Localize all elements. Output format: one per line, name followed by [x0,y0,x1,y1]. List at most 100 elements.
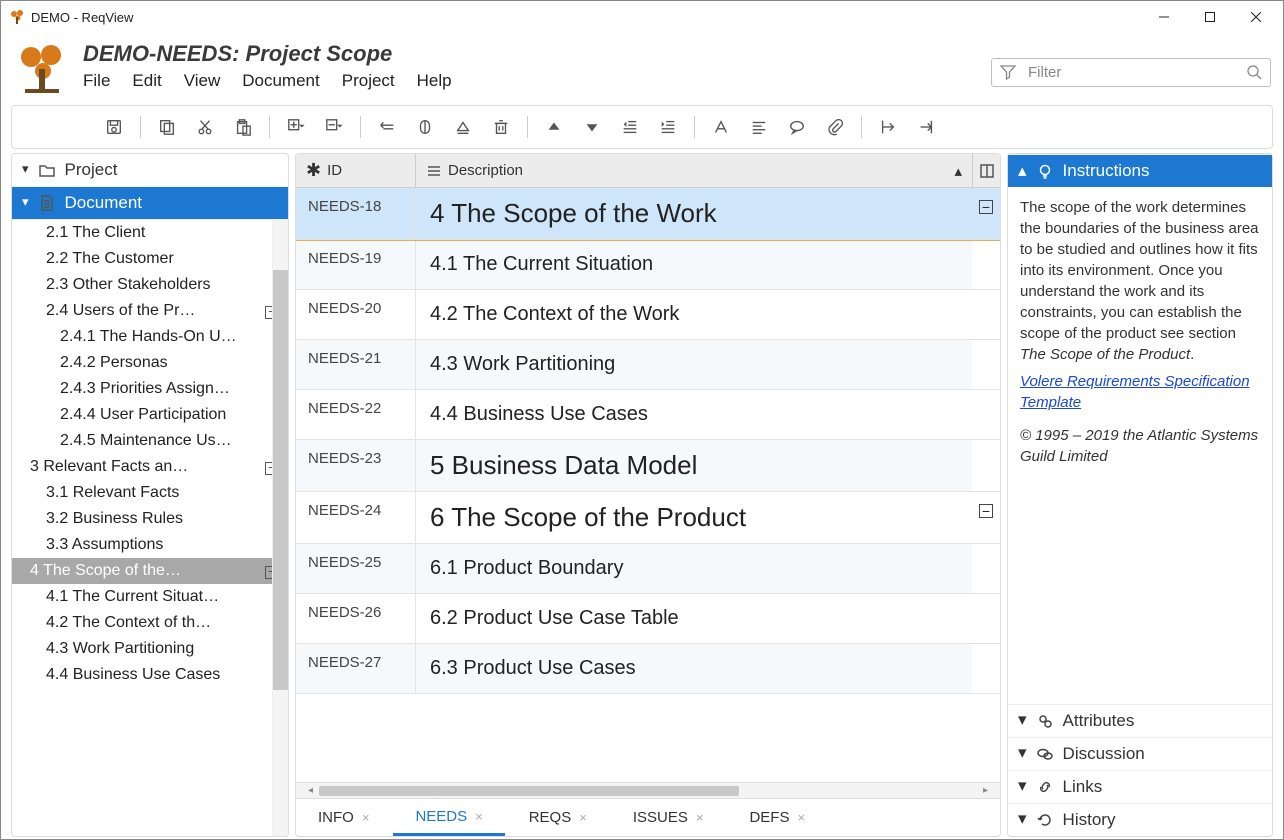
tree-item[interactable]: 2.3 Other Stakeholders [12,272,288,298]
tree-item[interactable]: 2.1 The Client [12,220,288,246]
save-button[interactable] [96,112,132,142]
tab-defs[interactable]: DEFS× [727,799,827,836]
menu-project[interactable]: Project [342,71,395,91]
tree-item[interactable]: 4 The Scope of the…− [12,558,288,584]
close-icon[interactable]: × [362,810,370,825]
move-down-button[interactable] [574,112,610,142]
comment-button[interactable] [779,112,815,142]
menu-file[interactable]: File [83,71,110,91]
right-pane: ▴ Instructions The scope of the work det… [1007,153,1273,837]
close-button[interactable] [1233,1,1279,33]
grid-row[interactable]: NEEDS-256.1 Product Boundary [296,544,1000,594]
chevron-up-icon: ▴ [1018,161,1027,181]
grid-row[interactable]: NEEDS-184 The Scope of the Work− [296,188,1000,240]
tree-item[interactable]: 2.4.2 Personas [12,350,288,376]
close-icon[interactable]: × [696,810,704,825]
instructions-header[interactable]: ▴ Instructions [1008,154,1272,187]
menu-edit[interactable]: Edit [132,71,161,91]
attributes-header[interactable]: ▾ Attributes [1008,704,1272,737]
tree-item[interactable]: 3.3 Assumptions [12,532,288,558]
document-label: Document [65,193,142,213]
tree-item[interactable]: 2.4.4 User Participation [12,402,288,428]
delete-button[interactable] [483,112,519,142]
link-out-button[interactable] [870,112,906,142]
tree-item[interactable]: 2.4.3 Priorities Assign… [12,376,288,402]
remove-dropdown-button[interactable] [316,112,352,142]
column-description[interactable]: Description ▴ [416,154,972,187]
document-panel-header[interactable]: ▾ Document [12,187,288,220]
document-title: DEMO-NEEDS: Project Scope [83,41,977,67]
menu-document[interactable]: Document [242,71,319,91]
tab-reqs[interactable]: REQS× [507,799,609,836]
links-header[interactable]: ▾ Links [1008,770,1272,803]
close-icon[interactable]: × [579,810,587,825]
paste-button[interactable] [225,112,261,142]
tree-item[interactable]: 4.3 Work Partitioning [12,636,288,662]
filter-box[interactable] [991,58,1271,87]
expand-cell [972,544,1000,593]
maximize-button[interactable] [1187,1,1233,33]
copy-button[interactable] [149,112,185,142]
chevron-down-icon: ▾ [1018,743,1027,763]
tree-item[interactable]: 2.4 Users of the Pr…− [12,298,288,324]
cut-button[interactable] [187,112,223,142]
tree-item[interactable]: 3.1 Relevant Facts [12,480,288,506]
menubar: File Edit View Document Project Help [83,71,977,91]
tree-item[interactable]: 4.1 The Current Situat… [12,584,288,610]
expand-cell [972,240,1000,289]
move-up-button[interactable] [536,112,572,142]
grid-row[interactable]: NEEDS-276.3 Product Use Cases [296,644,1000,694]
copyright-text: © 1995 – 2019 the Atlantic Systems Guild… [1020,425,1260,467]
close-icon[interactable]: × [797,810,805,825]
filter-input[interactable] [1026,63,1236,82]
minimize-button[interactable] [1141,1,1187,33]
tree-item[interactable]: 2.4.5 Maintenance Us… [12,428,288,454]
tab-issues[interactable]: ISSUES× [611,799,726,836]
tree-item[interactable]: 2.2 The Customer [12,246,288,272]
tree-item[interactable]: 4.2 The Context of th… [12,610,288,636]
tree-scrollbar[interactable] [272,220,288,836]
column-toggle[interactable] [972,154,1000,187]
tab-info[interactable]: INFO× [296,799,391,836]
grid-row[interactable]: NEEDS-214.3 Work Partitioning [296,340,1000,390]
font-button[interactable] [703,112,739,142]
grid-row[interactable]: NEEDS-246 The Scope of the Product− [296,492,1000,544]
column-id[interactable]: ✱ ID [296,154,416,187]
attachment-button[interactable] [817,112,853,142]
level-up-button[interactable] [445,112,481,142]
grid-row[interactable]: NEEDS-224.4 Business Use Cases [296,390,1000,440]
close-icon[interactable]: × [475,809,483,824]
tree-item[interactable]: 2.4.1 The Hands-On U… [12,324,288,350]
tree-item[interactable]: 4.4 Business Use Cases [12,662,288,688]
history-header[interactable]: ▾ History [1008,803,1272,836]
tab-needs[interactable]: NEEDS× [393,799,504,836]
discussion-header[interactable]: ▾ Discussion [1008,737,1272,770]
menu-view[interactable]: View [184,71,221,91]
grid-body[interactable]: NEEDS-184 The Scope of the Work−NEEDS-19… [296,188,1000,782]
demote-button[interactable] [407,112,443,142]
outdent-button[interactable] [612,112,648,142]
link-in-button[interactable] [908,112,944,142]
grid-row[interactable]: NEEDS-204.2 The Context of the Work [296,290,1000,340]
add-dropdown-button[interactable] [278,112,314,142]
grid-horizontal-scrollbar[interactable]: ◂ ▸ [296,782,1000,798]
grid-row[interactable]: NEEDS-266.2 Product Use Case Table [296,594,1000,644]
tree-item[interactable]: 3 Relevant Facts an…− [12,454,288,480]
collapse-box-icon[interactable]: − [979,200,993,214]
lightbulb-icon [1037,163,1053,179]
grid-row[interactable]: NEEDS-235 Business Data Model [296,440,1000,492]
indent-button[interactable] [650,112,686,142]
app-logo [15,41,69,95]
volere-link[interactable]: Volere Requirements Specification Templa… [1020,371,1260,413]
promote-button[interactable] [369,112,405,142]
instructions-label: Instructions [1063,161,1150,181]
align-button[interactable] [741,112,777,142]
tree-item[interactable]: 3.2 Business Rules [12,506,288,532]
sort-up-icon[interactable]: ▴ [954,162,962,180]
collapse-box-icon[interactable]: − [979,504,993,518]
project-panel-header[interactable]: ▾ Project [12,154,288,187]
link-icon [1037,779,1053,795]
grid-row[interactable]: NEEDS-194.1 The Current Situation [296,240,1000,290]
menu-help[interactable]: Help [417,71,452,91]
outline-tree[interactable]: 2.1 The Client2.2 The Customer2.3 Other … [12,220,288,836]
